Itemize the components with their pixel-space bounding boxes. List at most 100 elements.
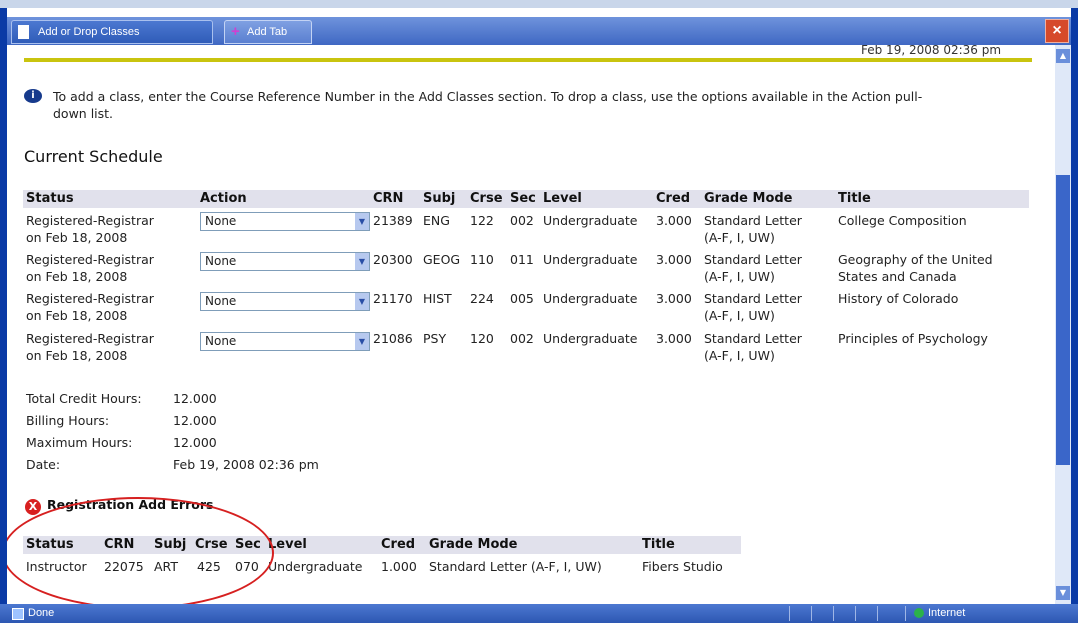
row-sec: 005 (510, 291, 534, 306)
row-cred: 3.000 (656, 213, 692, 228)
info-text-cont: down list. (53, 106, 114, 121)
row-subj: GEOG (423, 252, 461, 267)
col-status: Status (26, 191, 74, 206)
row-subj: HIST (423, 291, 452, 306)
row-subj: ENG (423, 213, 450, 228)
col-subj: Subj (423, 191, 456, 206)
action-select[interactable]: None ▼ (200, 252, 370, 271)
window-frame-left (0, 8, 7, 623)
err-row-title: Fibers Studio (642, 559, 723, 574)
page-icon (18, 25, 29, 39)
dropdown-arrow-icon[interactable]: ▼ (355, 293, 369, 310)
row-status-date: on Feb 18, 2008 (26, 348, 128, 363)
close-tab-button[interactable]: × (1045, 19, 1069, 43)
err-row-grade-mode: Standard Letter (A-F, I, UW) (429, 559, 602, 574)
action-select-value: None (205, 294, 237, 308)
row-sec: 002 (510, 213, 534, 228)
page-done-icon (12, 608, 24, 620)
col-grade-mode: Grade Mode (704, 191, 793, 206)
row-sec: 011 (510, 252, 534, 267)
error-icon: X (25, 499, 41, 515)
billing-hours-label: Billing Hours: (26, 413, 110, 428)
scroll-up-icon[interactable]: ▲ (1056, 49, 1070, 63)
action-select[interactable]: None ▼ (200, 332, 370, 351)
row-title: History of Colorado (838, 291, 959, 306)
vertical-scrollbar[interactable]: ▲ ▼ (1055, 45, 1071, 604)
date-label: Date: (26, 457, 61, 472)
col-crn: CRN (373, 191, 404, 206)
action-select[interactable]: None ▼ (200, 292, 370, 311)
row-title-cont: States and Canada (838, 269, 957, 284)
row-grade-mode: Standard Letter (704, 291, 802, 306)
row-level: Undergraduate (543, 213, 638, 228)
zone-label: Internet (928, 607, 966, 619)
row-title: Principles of Psychology (838, 331, 988, 346)
row-status-date: on Feb 18, 2008 (26, 308, 128, 323)
row-crse: 224 (470, 291, 494, 306)
col-crse: Crse (470, 191, 503, 206)
total-credit-value: 12.000 (173, 391, 217, 406)
row-subj: PSY (423, 331, 447, 346)
row-crse: 122 (470, 213, 494, 228)
action-select[interactable]: None ▼ (200, 212, 370, 231)
status-segment (789, 606, 810, 621)
window-frame-right (1071, 8, 1078, 623)
row-status-date: on Feb 18, 2008 (26, 269, 128, 284)
err-col-cred: Cred (381, 537, 416, 552)
total-credit-label: Total Credit Hours: (26, 391, 142, 406)
action-select-value: None (205, 214, 237, 228)
page-content: Feb 19, 2008 02:36 pm i To add a class, … (7, 45, 1055, 604)
add-tab-button[interactable]: + Add Tab (224, 20, 312, 44)
window-top-strip (0, 0, 1078, 8)
row-grade-mode-cont: (A-F, I, UW) (704, 308, 775, 323)
add-tab-label: Add Tab (247, 26, 288, 38)
row-crn: 21170 (373, 291, 413, 306)
err-col-grade-mode: Grade Mode (429, 537, 518, 552)
row-grade-mode: Standard Letter (704, 252, 802, 267)
row-grade-mode-cont: (A-F, I, UW) (704, 269, 775, 284)
row-crn: 20300 (373, 252, 413, 267)
row-grade-mode-cont: (A-F, I, UW) (704, 348, 775, 363)
err-row-level: Undergraduate (268, 559, 363, 574)
status-segment (855, 606, 876, 621)
row-status: Registered-Registrar (26, 213, 154, 228)
err-row-cred: 1.000 (381, 559, 417, 574)
scroll-thumb[interactable] (1056, 175, 1070, 465)
tab-add-or-drop-classes[interactable]: Add or Drop Classes (11, 20, 213, 44)
err-col-title: Title (642, 537, 675, 552)
billing-hours-value: 12.000 (173, 413, 217, 428)
scroll-down-icon[interactable]: ▼ (1056, 586, 1070, 600)
page-timestamp: Feb 19, 2008 02:36 pm (861, 45, 1002, 57)
maximum-hours-label: Maximum Hours: (26, 435, 133, 450)
row-cred: 3.000 (656, 331, 692, 346)
tab-bar: Add or Drop Classes + Add Tab (7, 17, 1071, 46)
row-status-date: on Feb 18, 2008 (26, 230, 128, 245)
info-text: To add a class, enter the Course Referen… (53, 89, 923, 104)
col-title: Title (838, 191, 871, 206)
row-crse: 110 (470, 252, 494, 267)
status-segment (833, 606, 854, 621)
tab-label: Add or Drop Classes (38, 26, 140, 38)
row-grade-mode: Standard Letter (704, 331, 802, 346)
dropdown-arrow-icon[interactable]: ▼ (355, 333, 369, 350)
col-level: Level (543, 191, 582, 206)
status-segment (811, 606, 832, 621)
row-status: Registered-Registrar (26, 291, 154, 306)
row-crn: 21086 (373, 331, 413, 346)
row-cred: 3.000 (656, 291, 692, 306)
accent-divider (24, 58, 1032, 62)
page-title: Current Schedule (24, 147, 163, 166)
row-crse: 120 (470, 331, 494, 346)
date-value: Feb 19, 2008 02:36 pm (173, 457, 319, 472)
col-cred: Cred (656, 191, 691, 206)
row-title: Geography of the United (838, 252, 993, 267)
dropdown-arrow-icon[interactable]: ▼ (355, 253, 369, 270)
col-sec: Sec (510, 191, 536, 206)
action-select-value: None (205, 334, 237, 348)
row-cred: 3.000 (656, 252, 692, 267)
row-sec: 002 (510, 331, 534, 346)
info-icon: i (24, 89, 42, 103)
status-segment (877, 606, 898, 621)
dropdown-arrow-icon[interactable]: ▼ (355, 213, 369, 230)
row-status: Registered-Registrar (26, 252, 154, 267)
